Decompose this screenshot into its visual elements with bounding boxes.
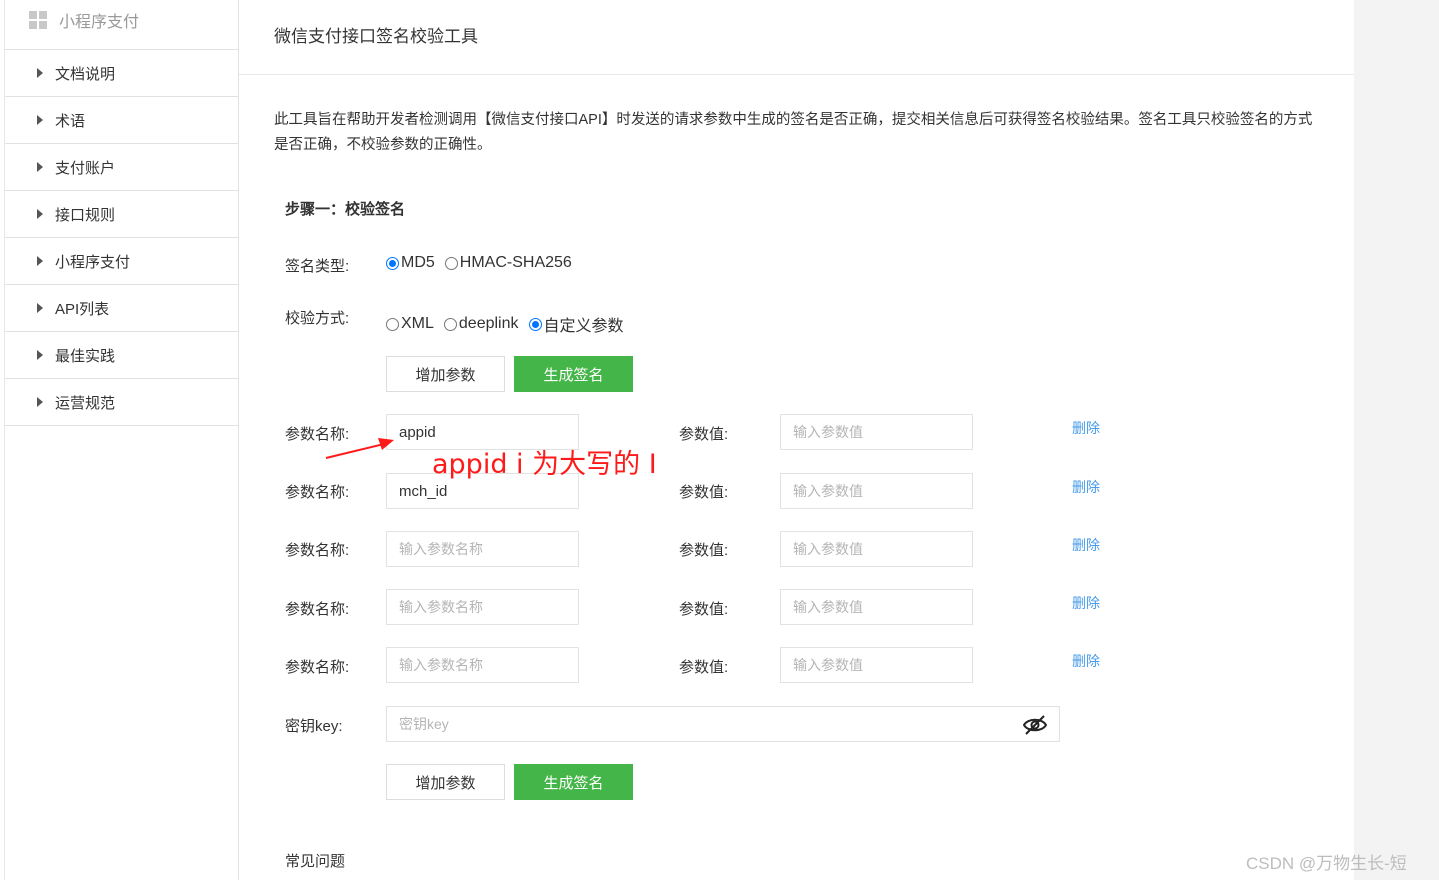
caret-right-icon <box>37 68 43 78</box>
sidebar-header[interactable]: 小程序支付 <box>5 0 238 50</box>
radio-checked-icon[interactable] <box>528 317 542 331</box>
radio-deeplink[interactable]: deeplink <box>443 315 519 333</box>
radio-hmac-label: HMAC-SHA256 <box>459 254 572 271</box>
sidebar: 小程序支付 文档说明 术语 支付账户 接口规则 小程序支付 API列表 最佳实践… <box>4 0 239 880</box>
grid-icon <box>29 11 47 29</box>
delete-link[interactable]: 删除 <box>1072 535 1100 555</box>
sidebar-item-docs[interactable]: 文档说明 <box>5 50 238 97</box>
sidebar-item-terms[interactable]: 术语 <box>5 97 238 144</box>
param-name-label: 参数名称: <box>285 484 350 501</box>
sidebar-item-accounts[interactable]: 支付账户 <box>5 144 238 191</box>
radio-deeplink-label: deeplink <box>458 315 519 332</box>
sign-type-radio-group: MD5 HMAC-SHA256 <box>386 254 582 272</box>
radio-xml-label: XML <box>401 315 434 332</box>
sidebar-item-best-practice[interactable]: 最佳实践 <box>5 332 238 379</box>
param-value-label: 参数值: <box>679 542 729 559</box>
radio-md5-label: MD5 <box>401 254 435 271</box>
generate-sign-button[interactable]: 生成签名 <box>514 356 633 392</box>
radio-custom-label: 自定义参数 <box>543 318 624 335</box>
param-name-input[interactable]: 输入参数名称 <box>386 589 579 625</box>
caret-right-icon <box>37 303 43 313</box>
verify-method-label: 校验方式: <box>285 310 350 327</box>
param-value-label: 参数值: <box>679 426 729 443</box>
radio-unchecked-icon[interactable] <box>444 256 458 270</box>
page-title: 微信支付接口签名校验工具 <box>239 0 1354 75</box>
param-value-label: 参数值: <box>679 484 729 501</box>
caret-right-icon <box>37 115 43 125</box>
radio-custom-params[interactable]: 自定义参数 <box>528 312 624 336</box>
param-name-label: 参数名称: <box>285 542 350 559</box>
radio-checked-icon[interactable] <box>386 256 399 270</box>
sidebar-item-miniprogram[interactable]: 小程序支付 <box>5 238 238 285</box>
sidebar-item-ops[interactable]: 运营规范 <box>5 379 238 426</box>
tool-description: 此工具旨在帮助开发者检测调用【微信支付接口API】时发送的请求参数中生成的签名是… <box>274 112 1313 153</box>
param-name-input[interactable]: 输入参数名称 <box>386 531 579 567</box>
param-name-label: 参数名称: <box>285 659 350 676</box>
param-value-label: 参数值: <box>679 601 729 618</box>
delete-link[interactable]: 删除 <box>1072 651 1100 671</box>
watermark: CSDN @万物生长-短 <box>1246 854 1407 873</box>
caret-right-icon <box>37 350 43 360</box>
sidebar-item-label: 支付账户 <box>55 159 116 177</box>
sidebar-item-label: API列表 <box>55 300 110 318</box>
param-value-input[interactable]: 输入参数值 <box>780 647 973 683</box>
delete-link[interactable]: 删除 <box>1072 418 1100 438</box>
sidebar-item-api-list[interactable]: API列表 <box>5 285 238 332</box>
sidebar-header-label: 小程序支付 <box>59 14 140 31</box>
sidebar-item-label: 文档说明 <box>55 65 116 83</box>
radio-xml[interactable]: XML <box>386 315 434 333</box>
sidebar-item-label: 运营规范 <box>55 394 116 412</box>
caret-right-icon <box>37 256 43 266</box>
verify-method-radio-group: XML deeplink 自定义参数 <box>386 312 634 336</box>
delete-link[interactable]: 删除 <box>1072 593 1100 613</box>
param-value-input[interactable]: 输入参数值 <box>780 414 973 450</box>
param-name-label: 参数名称: <box>285 601 350 618</box>
key-placeholder: 密钥key <box>399 716 449 732</box>
param-value-input[interactable]: 输入参数值 <box>780 531 973 567</box>
main-content: 微信支付接口签名校验工具 此工具旨在帮助开发者检测调用【微信支付接口API】时发… <box>239 0 1354 880</box>
sidebar-item-label: 小程序支付 <box>55 253 131 271</box>
caret-right-icon <box>37 209 43 219</box>
delete-link[interactable]: 删除 <box>1072 477 1100 497</box>
add-param-button[interactable]: 增加参数 <box>386 764 505 800</box>
sidebar-item-rules[interactable]: 接口规则 <box>5 191 238 238</box>
param-value-label: 参数值: <box>679 659 729 676</box>
caret-right-icon <box>37 162 43 172</box>
faq-heading: 常见问题 <box>285 853 346 870</box>
step-title: 步骤一：校验签名 <box>285 201 406 218</box>
generate-sign-button[interactable]: 生成签名 <box>514 764 633 800</box>
caret-right-icon <box>37 397 43 407</box>
sidebar-item-label: 术语 <box>55 112 86 130</box>
sign-type-label: 签名类型: <box>285 258 350 275</box>
radio-unchecked-icon[interactable] <box>386 317 399 331</box>
radio-unchecked-icon[interactable] <box>443 317 457 331</box>
annotation-text: appid i 为大写的 I <box>432 449 657 480</box>
add-param-button[interactable]: 增加参数 <box>386 356 505 392</box>
param-name-input[interactable]: 输入参数名称 <box>386 647 579 683</box>
sidebar-item-label: 最佳实践 <box>55 347 116 365</box>
sidebar-item-label: 接口规则 <box>55 206 116 224</box>
key-label: 密钥key: <box>285 718 343 735</box>
eye-slash-icon[interactable] <box>1022 714 1048 736</box>
radio-hmac-sha256[interactable]: HMAC-SHA256 <box>444 254 572 272</box>
annotation-arrow <box>325 438 394 459</box>
param-value-input[interactable]: 输入参数值 <box>780 589 973 625</box>
right-gutter <box>1354 0 1439 880</box>
radio-md5[interactable]: MD5 <box>386 254 435 272</box>
key-input[interactable]: 密钥key <box>386 706 1060 742</box>
param-value-input[interactable]: 输入参数值 <box>780 473 973 509</box>
